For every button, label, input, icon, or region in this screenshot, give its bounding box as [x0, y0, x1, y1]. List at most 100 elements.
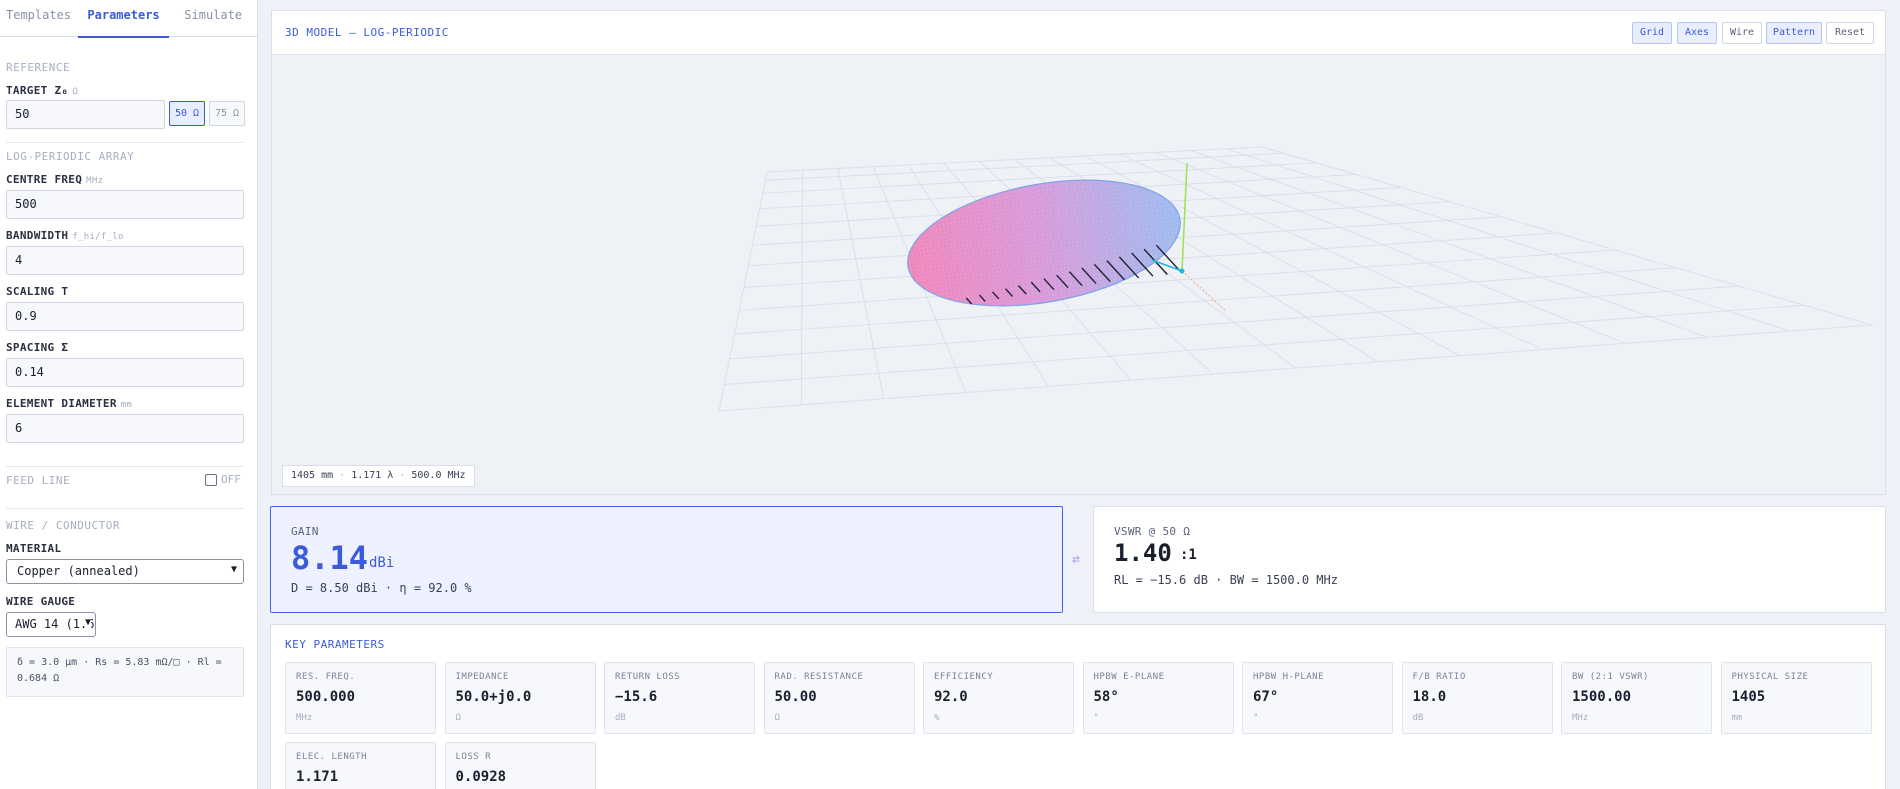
z-axis — [1181, 162, 1188, 272]
dimension-readout: 1405 mm · 1.171 λ · 500.0 MHz — [282, 465, 475, 487]
param-card: RES. FREQ. 500.000 MHz — [285, 662, 436, 734]
grid-line — [729, 285, 1739, 360]
bandwidth-label: BANDWIDTH f_hi/f_lo — [6, 229, 124, 242]
viewer-header: 3D MODEL — LOG-PERIODIC Grid Axes Wire P… — [272, 11, 1885, 55]
scaling-label-text: SCALING Τ — [6, 285, 69, 298]
grid-line — [766, 146, 1263, 173]
divider — [6, 466, 244, 467]
readout-wavelength: 1.171 λ — [351, 470, 394, 481]
readout-separator: · — [399, 470, 406, 481]
target-z-input[interactable]: 50 — [6, 100, 165, 129]
param-card: RETURN LOSS −15.6 dB — [604, 662, 755, 734]
element-diameter-input[interactable]: 6 — [6, 414, 244, 443]
z-75-button[interactable]: 75 Ω — [209, 101, 245, 126]
scaling-label: SCALING Τ — [6, 285, 68, 298]
element-diameter-label-text: ELEMENT DIAMETER — [6, 397, 117, 410]
centre-freq-unit: MHz — [86, 176, 104, 186]
scene-canvas[interactable] — [272, 55, 1885, 495]
swap-icon[interactable]: ⇄ — [1072, 552, 1080, 567]
param-value: 67° — [1253, 689, 1279, 705]
centre-freq-label-text: CENTRE FREQ — [6, 173, 83, 186]
y-axis — [1151, 259, 1183, 272]
param-label: HPBW E-PLANE — [1093, 672, 1165, 682]
centre-freq-label: CENTRE FREQ MHz — [6, 173, 103, 186]
material-label: MATERIAL — [6, 542, 62, 555]
target-z-label: TARGET Z₀ Ω — [6, 84, 78, 97]
vswr-detail: RL = −15.6 dB · BW = 1500.0 MHz — [1114, 573, 1338, 587]
param-value: 58° — [1093, 689, 1119, 705]
param-unit: dB — [615, 713, 626, 723]
reset-view-button[interactable]: Reset — [1826, 22, 1874, 44]
param-value: 92.0 — [934, 689, 968, 705]
grid-toggle-button[interactable]: Grid — [1632, 22, 1672, 44]
grid-line — [1191, 150, 1708, 338]
feed-line-checkbox[interactable] — [205, 473, 217, 486]
param-value: 1500.00 — [1572, 689, 1632, 705]
gain-detail: D = 8.50 dBi · η = 92.0 % — [291, 581, 472, 595]
param-card: IMPEDANCE 50.0+j0.0 Ω — [444, 662, 596, 734]
divider — [6, 508, 244, 509]
scaling-input[interactable]: 0.9 — [6, 302, 244, 331]
param-value: 50.00 — [774, 689, 817, 705]
param-unit: dB — [1412, 713, 1424, 723]
gain-unit: dBi — [369, 555, 395, 571]
grid-line — [800, 170, 803, 405]
param-label: RAD. RESISTANCE — [774, 672, 864, 682]
wire-gauge-label: WIRE GAUGE — [6, 595, 76, 608]
param-label: HPBW H-PLANE — [1253, 672, 1325, 682]
tab-templates[interactable]: Templates — [0, 0, 78, 37]
target-z-label-text: TARGET Z₀ — [6, 84, 69, 97]
ground-grid — [718, 146, 1873, 412]
vswr-title: VSWR @ 50 Ω — [1114, 525, 1191, 538]
axes-toggle-button[interactable]: Axes — [1677, 22, 1717, 44]
wire-gauge-select[interactable]: AWG 14 (1.6 ▼ — [6, 612, 96, 637]
element-diameter-unit: mm — [120, 400, 133, 410]
param-label: PHYSICAL SIZE — [1731, 672, 1809, 682]
centre-freq-input[interactable]: 500 — [6, 190, 244, 219]
param-label: BW (2:1 VSWR) — [1572, 672, 1649, 682]
param-label: LOSS R — [455, 752, 492, 762]
grid-line — [1226, 148, 1790, 332]
param-label: RES. FREQ. — [296, 672, 356, 682]
param-card: F/B RATIO 18.0 dB — [1401, 662, 1553, 734]
param-value: 1405 — [1731, 689, 1766, 705]
bandwidth-label-text: BANDWIDTH — [6, 229, 69, 242]
tab-simulate[interactable]: Simulate — [169, 0, 257, 37]
grid-line — [1120, 153, 1543, 350]
grid-line — [724, 304, 1805, 385]
param-card: HPBW E-PLANE 58° ° — [1082, 662, 1234, 734]
grid-line — [739, 249, 1615, 311]
param-value: 1.171 — [296, 769, 339, 785]
param-label: RETURN LOSS — [615, 672, 681, 682]
param-card: RAD. RESISTANCE 50.00 Ω — [763, 662, 915, 734]
readout-separator: · — [339, 470, 346, 481]
z-50-button[interactable]: 50 Ω — [169, 101, 205, 126]
material-select[interactable]: Copper (annealed) ▼ — [6, 559, 244, 584]
radiation-pattern — [907, 179, 1181, 307]
gain-title: GAIN — [291, 525, 319, 538]
bandwidth-input[interactable]: 4 — [6, 246, 244, 275]
model-viewer[interactable]: 3D MODEL — LOG-PERIODIC Grid Axes Wire P… — [271, 10, 1886, 495]
param-card: PHYSICAL SIZE 1405 mm — [1720, 662, 1872, 734]
viewer-title: 3D MODEL — LOG-PERIODIC — [285, 26, 449, 39]
target-z-unit: Ω — [72, 87, 79, 97]
spacing-label: SPACING Σ — [6, 341, 68, 354]
param-label: IMPEDANCE — [455, 672, 509, 682]
pattern-toggle-button[interactable]: Pattern — [1766, 22, 1822, 44]
divider — [6, 142, 244, 143]
param-value: 0.0928 — [455, 769, 507, 785]
spacing-input[interactable]: 0.14 — [6, 358, 244, 387]
param-label: ELEC. LENGTH — [296, 752, 368, 762]
readout-length: 1405 mm — [291, 470, 334, 481]
tab-parameters[interactable]: Parameters — [77, 0, 170, 38]
chevron-down-icon: ▼ — [230, 564, 237, 575]
wire-toggle-button[interactable]: Wire — [1722, 22, 1762, 44]
feed-line-toggle[interactable]: OFF — [205, 473, 241, 486]
vswr-value: 1.40 — [1114, 539, 1172, 567]
section-feed-line-heading: FEED LINE — [6, 474, 71, 487]
spacing-label-text: SPACING Σ — [6, 341, 69, 354]
section-lpda-heading: LOG-PERIODIC ARRAY — [6, 150, 135, 163]
param-label: F/B RATIO — [1412, 672, 1466, 682]
vswr-card: VSWR @ 50 Ω 1.40 :1 RL = −15.6 dB · BW =… — [1093, 506, 1886, 613]
gain-value: 8.14 — [291, 539, 369, 577]
